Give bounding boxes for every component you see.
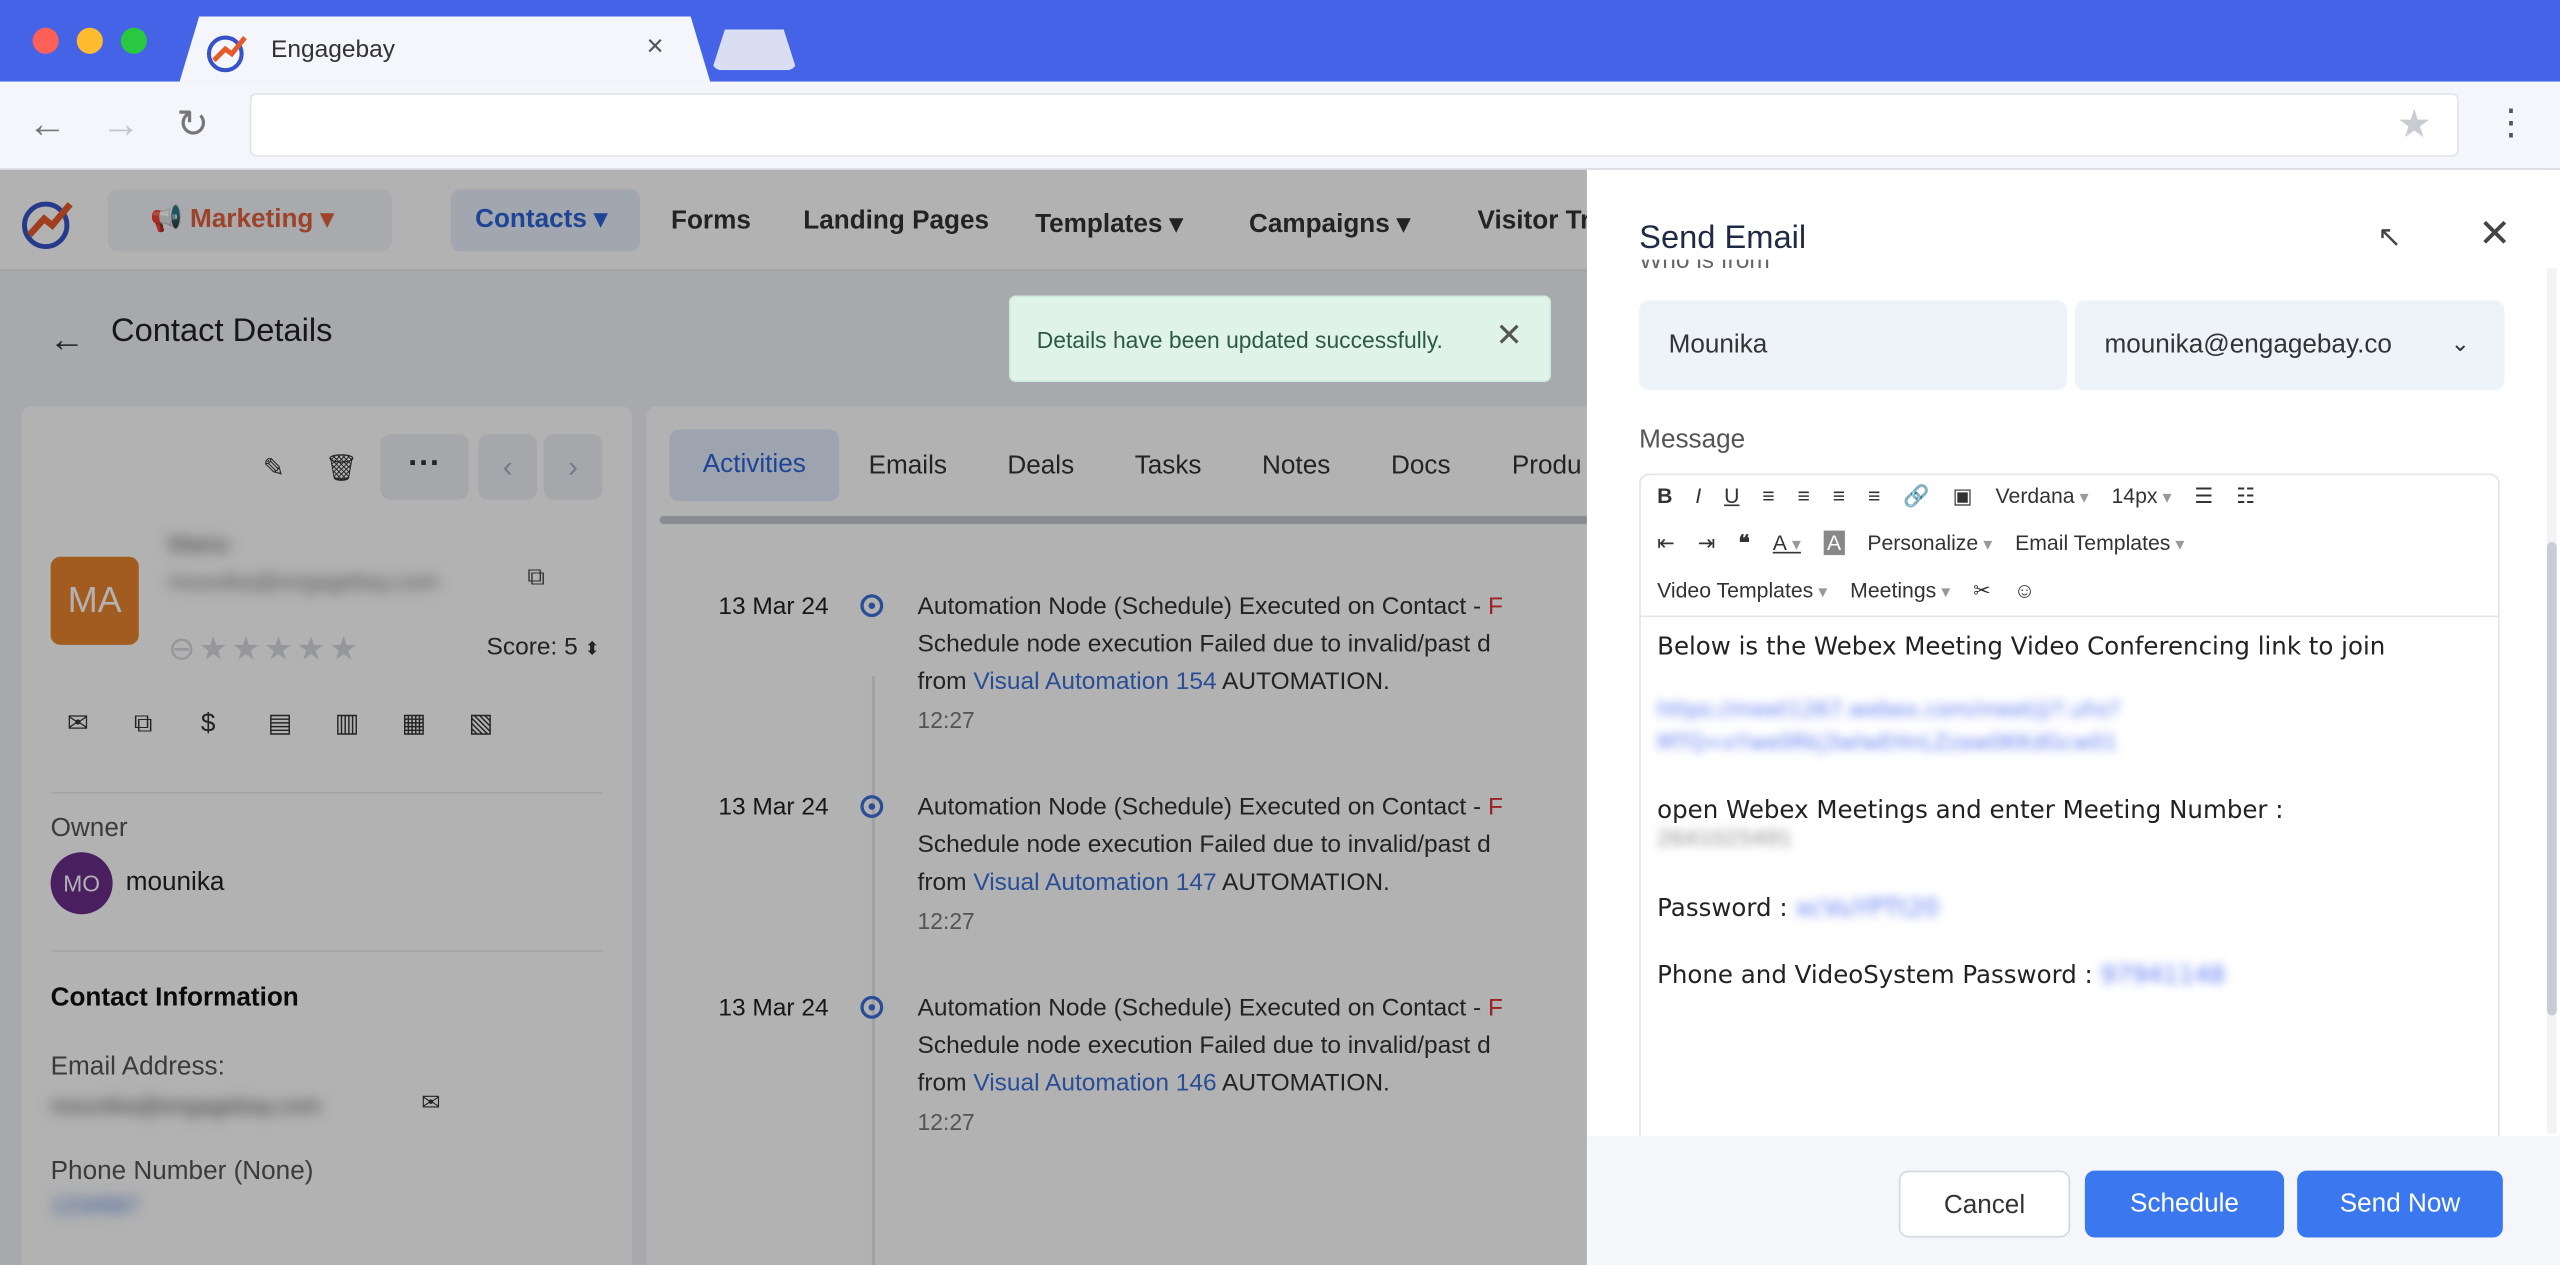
text-color-icon[interactable]: A (1773, 531, 1801, 555)
editor-toolbar-row-3: Video Templates Meetings ✂ ☺ (1657, 578, 2058, 604)
link-icon[interactable]: 🔗 (1903, 483, 1929, 509)
body-line[interactable]: Below is the Webex Meeting Video Confere… (1657, 632, 2385, 661)
engagebay-logo-icon (206, 35, 247, 73)
bullet-list-icon[interactable]: ☰ (2194, 483, 2213, 509)
editor-toolbar-row-2: ⇤ ⇥ ❝ AA Personalize Email Templates (1657, 530, 2207, 557)
from-name-field[interactable]: Mounika (1639, 300, 2067, 391)
browser-tab-bar: Engagebay × (0, 0, 2560, 82)
meeting-number-value[interactable]: 2641025491 (1657, 828, 1792, 852)
underline-icon[interactable]: U (1724, 483, 1739, 507)
send-now-button[interactable]: Send Now (2297, 1170, 2503, 1238)
toast-message: Details have been updated successfully. (1036, 326, 1443, 353)
editor-toolbar-row-1: BIU ≡ ≡ ≡ ≡ 🔗 ▣ Verdana 14px ☰ ☷ (1657, 483, 2278, 509)
new-tab-button[interactable] (711, 29, 797, 71)
font-family-select[interactable]: Verdana (1996, 483, 2089, 507)
align-left-icon[interactable]: ≡ (1762, 483, 1774, 507)
send-email-panel: Send Email ↖ ✕ Who is from Mounika mouni… (1586, 169, 2560, 1265)
close-icon[interactable]: ✕ (2478, 215, 2511, 255)
close-window-button[interactable] (32, 27, 59, 54)
chevron-down-icon[interactable]: ⌄ (2451, 330, 2470, 358)
minimize-window-button[interactable] (76, 27, 103, 54)
highlight-color-icon[interactable]: A (1823, 530, 1845, 556)
video-templates-select[interactable]: Video Templates (1657, 578, 1827, 602)
tab-close-icon[interactable]: × (647, 31, 664, 60)
browser-tab[interactable] (179, 16, 711, 82)
reload-icon[interactable]: ↻ (176, 103, 209, 149)
email-templates-select[interactable]: Email Templates (2015, 531, 2184, 555)
divider (1640, 615, 2498, 618)
schedule-button[interactable]: Schedule (2084, 1170, 2285, 1238)
indent-icon[interactable]: ⇥ (1698, 531, 1716, 557)
browser-menu-icon[interactable]: ⋮ (2493, 104, 2529, 140)
italic-icon[interactable]: I (1695, 483, 1701, 507)
from-email-select[interactable]: mounika@engagebay.co (2075, 300, 2505, 391)
meeting-link[interactable]: https://meet1267.webex.com/meet/j/?.uhs? (1657, 699, 2120, 723)
align-right-icon[interactable]: ≡ (1833, 483, 1845, 507)
panel-title: Send Email (1639, 220, 1807, 257)
outdent-icon[interactable]: ⇤ (1657, 531, 1675, 557)
phone-password-line[interactable]: Phone and VideoSystem Password : 9794114… (1657, 960, 2225, 989)
cancel-button[interactable]: Cancel (1898, 1170, 2071, 1238)
message-label: Message (1639, 426, 1746, 454)
image-icon[interactable]: ▣ (1953, 483, 1973, 509)
maximize-window-button[interactable] (120, 27, 147, 54)
success-toast: Details have been updated successfully. … (1008, 295, 1552, 383)
from-label: Who is from (1639, 259, 1770, 275)
phone-password-value: 97941148 (2100, 959, 2226, 990)
font-size-select[interactable]: 14px (2111, 483, 2171, 507)
password-value: xcVuYPTt20 (1795, 893, 1939, 923)
panel-scrollbar-thumb[interactable] (2546, 542, 2557, 1016)
meeting-number-label[interactable]: open Webex Meetings and enter Meeting Nu… (1657, 795, 2283, 824)
numbered-list-icon[interactable]: ☷ (2236, 483, 2255, 509)
bookmark-star-icon[interactable]: ★ (2397, 101, 2432, 148)
bold-icon[interactable]: B (1657, 483, 1672, 507)
toast-close-icon[interactable]: ✕ (1496, 320, 1523, 353)
meeting-link-cont[interactable]: MTQ=xYwe0Rkj3wlwEHnLZzaw0KKdGcw01 (1657, 731, 2117, 755)
back-icon[interactable]: ← (28, 103, 67, 149)
password-line[interactable]: Password : xcVuYPTt20 (1657, 893, 1939, 922)
collapse-icon[interactable]: ↖ (2377, 220, 2402, 254)
address-bar[interactable] (249, 93, 2459, 157)
scissors-icon[interactable]: ✂ (1973, 578, 1991, 604)
personalize-select[interactable]: Personalize (1867, 531, 1992, 555)
blockquote-icon[interactable]: ❝ (1738, 531, 1749, 557)
justify-icon[interactable]: ≡ (1868, 483, 1880, 507)
meetings-select[interactable]: Meetings (1850, 578, 1950, 602)
align-center-icon[interactable]: ≡ (1798, 483, 1810, 507)
emoji-icon[interactable]: ☺ (2014, 578, 2036, 602)
forward-icon[interactable]: → (101, 103, 140, 149)
tab-title: Engagebay (271, 35, 395, 64)
